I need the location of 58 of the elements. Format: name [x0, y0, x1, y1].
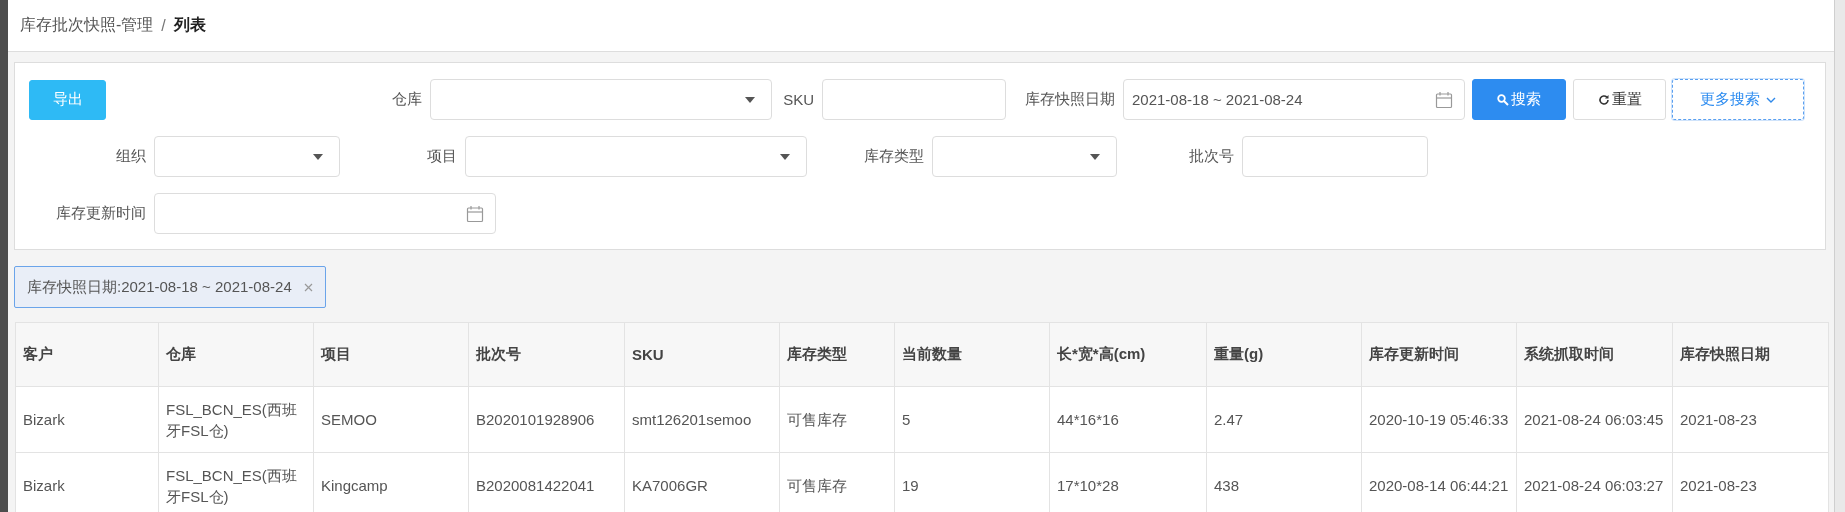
input-field[interactable] [1242, 136, 1428, 177]
column-header: 重量(g) [1206, 322, 1362, 387]
calendar-icon [1435, 91, 1453, 109]
column-header: 系统抓取时间 [1516, 322, 1673, 387]
date-range-field[interactable]: 2021-08-18 ~ 2021-08-24 [1123, 79, 1465, 120]
select-field[interactable] [430, 79, 772, 120]
table-cell: Bizark [15, 452, 159, 512]
reset-button[interactable]: 重置 [1573, 79, 1666, 120]
column-header: 库存类型 [779, 322, 895, 387]
column-header: SKU [624, 322, 780, 387]
table-cell: 可售库存 [779, 386, 895, 453]
caret-icon [780, 154, 790, 160]
field-label: 组织 [115, 147, 147, 166]
table-cell: Bizark [15, 386, 159, 453]
table-cell: 2021-08-24 06:03:45 [1516, 386, 1673, 453]
column-header: 长*宽*高(cm) [1049, 322, 1207, 387]
column-header: 库存快照日期 [1672, 322, 1829, 387]
select-field[interactable] [465, 136, 807, 177]
breadcrumb-item: 列表 [173, 15, 206, 35]
table-cell: 2021-08-23 [1672, 386, 1829, 453]
filter-tag: 库存快照日期:2021-08-18 ~ 2021-08-24 [14, 266, 326, 308]
table-cell: smt126201semoo [624, 386, 780, 453]
table-cell: FSL_BCN_ES(西班牙FSL仓) [158, 386, 314, 453]
column-header: 批次号 [468, 322, 625, 387]
table-cell: 5 [894, 386, 1050, 453]
field-label: 项目 [426, 147, 458, 166]
table-cell: SEMOO [313, 386, 469, 453]
breadcrumb-separator: / [161, 16, 166, 35]
field-label: 仓库 [391, 90, 423, 109]
column-header: 当前数量 [894, 322, 1050, 387]
field-label: 库存快照日期 [1024, 90, 1116, 109]
search-icon [1497, 93, 1509, 106]
column-header: 库存更新时间 [1361, 322, 1517, 387]
close-icon[interactable] [303, 282, 313, 292]
caret-icon [313, 154, 323, 160]
field-label: SKU [782, 91, 815, 108]
field-label: 库存更新时间 [55, 204, 147, 223]
column-header: 项目 [313, 322, 469, 387]
field-label: 库存类型 [863, 147, 925, 166]
select-field[interactable] [154, 136, 340, 177]
input-field[interactable] [822, 79, 1006, 120]
scrollbar[interactable] [1834, 0, 1845, 512]
caret-icon [745, 97, 755, 103]
select-field[interactable] [932, 136, 1117, 177]
chevron-down-icon [1766, 96, 1776, 103]
caret-icon [1090, 154, 1100, 160]
table-cell: 2.47 [1206, 386, 1362, 453]
breadcrumb-item[interactable]: 库存批次快照-管理 [20, 15, 154, 36]
field-label: 批次号 [1188, 147, 1235, 166]
calendar-icon [466, 205, 484, 223]
column-header: 仓库 [158, 322, 314, 387]
date-range-field[interactable] [154, 193, 496, 234]
table-cell: B2020101928906 [468, 386, 625, 453]
column-header: 客户 [15, 322, 159, 387]
table-cell: 44*16*16 [1049, 386, 1207, 453]
more-button[interactable]: 更多搜索 [1672, 79, 1804, 120]
table-cell: 2020-10-19 05:46:33 [1361, 386, 1517, 453]
refresh-icon [1597, 93, 1610, 106]
